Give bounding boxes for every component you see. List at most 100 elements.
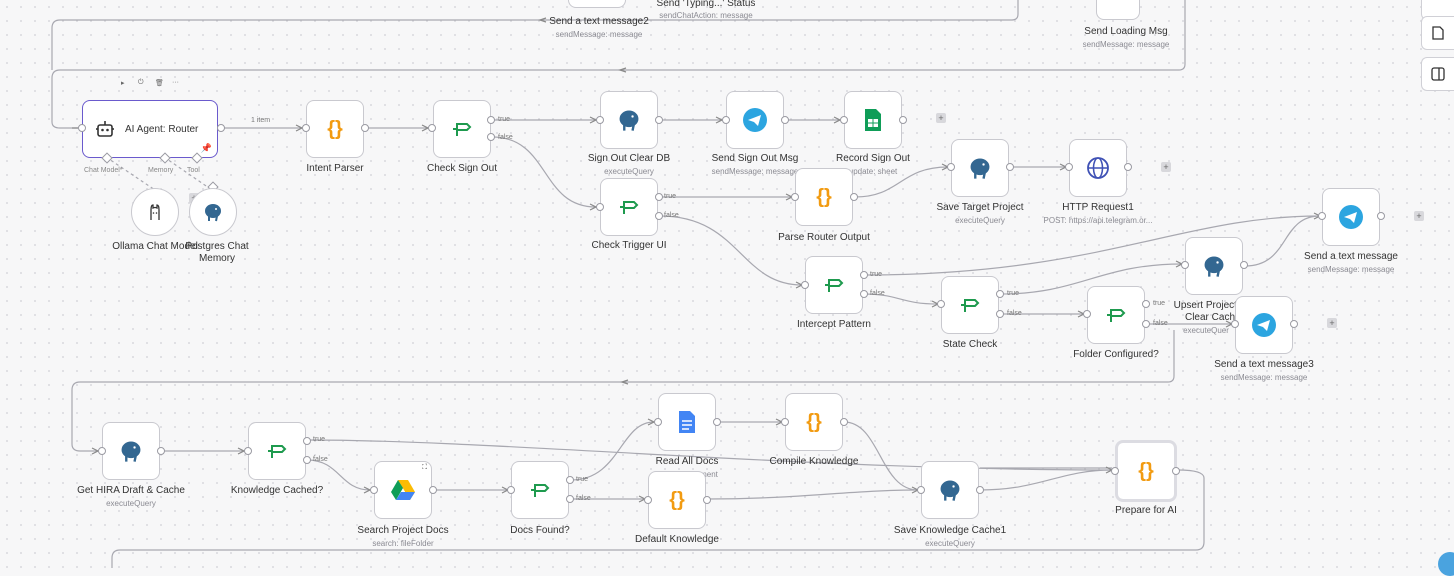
record-sign-out-node[interactable]: [844, 91, 902, 149]
input-port[interactable]: [1318, 212, 1326, 220]
assistant-bubble[interactable]: [1438, 552, 1454, 576]
input-port[interactable]: [722, 116, 730, 124]
output-port[interactable]: [781, 116, 789, 124]
output-port[interactable]: [655, 193, 663, 201]
input-port[interactable]: [98, 447, 106, 455]
check-trigger-false: false: [664, 212, 679, 219]
output-port[interactable]: [157, 447, 165, 455]
agent-more-button[interactable]: ···: [172, 79, 179, 86]
output-port[interactable]: [713, 418, 721, 426]
input-port[interactable]: [654, 418, 662, 426]
sign-out-clear-db-node[interactable]: [600, 91, 658, 149]
input-port[interactable]: [917, 486, 925, 494]
output-port[interactable]: [655, 116, 663, 124]
agent-play-button[interactable]: ▸: [121, 79, 125, 87]
read-all-docs-node[interactable]: [658, 393, 716, 451]
output-port[interactable]: [655, 212, 663, 220]
agent-delete-button[interactable]: 🗑: [155, 79, 164, 87]
input-port[interactable]: [937, 300, 945, 308]
ollama-chat-model-node[interactable]: [131, 188, 179, 236]
output-port[interactable]: [860, 290, 868, 298]
output-port[interactable]: [840, 418, 848, 426]
search-project-docs-node[interactable]: ⛶: [374, 461, 432, 519]
output-port[interactable]: [487, 133, 495, 141]
output-port[interactable]: [996, 310, 1004, 318]
output-port[interactable]: [361, 124, 369, 132]
add-after-http-button[interactable]: +: [1161, 162, 1171, 172]
save-knowledge-cache1-node[interactable]: [921, 461, 979, 519]
input-port[interactable]: [781, 418, 789, 426]
agent-output-port[interactable]: [217, 124, 225, 132]
input-port[interactable]: [244, 447, 252, 455]
input-port[interactable]: [791, 193, 799, 201]
output-port[interactable]: [1142, 320, 1150, 328]
prepare-for-ai-node[interactable]: {}: [1115, 440, 1177, 502]
add-after-record-button[interactable]: +: [936, 113, 946, 123]
input-port[interactable]: [1065, 163, 1073, 171]
add-after-send-text-button[interactable]: +: [1414, 211, 1424, 221]
document-button[interactable]: [1421, 16, 1454, 50]
intent-parser-node[interactable]: {}: [306, 100, 364, 158]
output-port[interactable]: [1142, 300, 1150, 308]
send-text-message3-node[interactable]: [1235, 296, 1293, 354]
output-port[interactable]: [566, 495, 574, 503]
folder-configured-node[interactable]: [1087, 286, 1145, 344]
parse-router-output-node[interactable]: {}: [795, 168, 853, 226]
input-port[interactable]: [302, 124, 310, 132]
output-port[interactable]: [303, 437, 311, 445]
input-port[interactable]: [1111, 467, 1119, 475]
output-port[interactable]: [1290, 320, 1298, 328]
send-sign-out-msg-node[interactable]: [726, 91, 784, 149]
state-check-node[interactable]: [941, 276, 999, 334]
add-after-send-text3-button[interactable]: +: [1327, 318, 1337, 328]
output-port[interactable]: [566, 476, 574, 484]
output-port[interactable]: [703, 496, 711, 504]
output-port[interactable]: [850, 193, 858, 201]
agent-input-port[interactable]: [78, 124, 86, 132]
output-port[interactable]: [996, 290, 1004, 298]
input-port[interactable]: [1231, 320, 1239, 328]
postgres-elephant-icon: [619, 110, 639, 131]
input-port[interactable]: [370, 486, 378, 494]
upsert-project-node[interactable]: [1185, 237, 1243, 295]
save-target-project-node[interactable]: [951, 139, 1009, 197]
output-port[interactable]: [429, 486, 437, 494]
get-hira-draft-node[interactable]: [102, 422, 160, 480]
send-loading-node[interactable]: [1096, 0, 1140, 20]
input-port[interactable]: [507, 486, 515, 494]
input-port[interactable]: [428, 124, 436, 132]
output-port[interactable]: [1240, 261, 1248, 269]
input-port[interactable]: [840, 116, 848, 124]
input-port[interactable]: [1083, 310, 1091, 318]
output-port[interactable]: [1377, 212, 1385, 220]
intercept-pattern-node[interactable]: [805, 256, 863, 314]
output-port[interactable]: [860, 271, 868, 279]
output-port[interactable]: [1006, 163, 1014, 171]
http-request1-node[interactable]: [1069, 139, 1127, 197]
send-text-message-node[interactable]: [1322, 188, 1380, 246]
typing-status-node[interactable]: [568, 0, 626, 8]
workflow-canvas[interactable]: Send 'Typing...' Status sendChatAction: …: [0, 0, 1454, 576]
output-port[interactable]: [303, 456, 311, 464]
input-port[interactable]: [644, 496, 652, 504]
output-port[interactable]: [899, 116, 907, 124]
postgres-chat-memory-node[interactable]: [189, 188, 237, 236]
default-knowledge-node[interactable]: {}: [648, 471, 706, 529]
input-port[interactable]: [1181, 261, 1189, 269]
check-sign-out-node[interactable]: [433, 100, 491, 158]
output-port[interactable]: [1124, 163, 1132, 171]
input-port[interactable]: [947, 163, 955, 171]
ai-agent-router-node[interactable]: AI Agent: Router 📌: [82, 100, 218, 158]
knowledge-cached-node[interactable]: [248, 422, 306, 480]
agent-power-button[interactable]: ⏻: [138, 79, 144, 87]
output-port[interactable]: [1172, 467, 1180, 475]
docs-found-node[interactable]: [511, 461, 569, 519]
output-port[interactable]: [976, 486, 984, 494]
input-port[interactable]: [596, 116, 604, 124]
output-port[interactable]: [487, 116, 495, 124]
panel-button[interactable]: [1421, 57, 1454, 91]
input-port[interactable]: [596, 203, 604, 211]
check-trigger-ui-node[interactable]: [600, 178, 658, 236]
input-port[interactable]: [801, 281, 809, 289]
compile-knowledge-node[interactable]: {}: [785, 393, 843, 451]
